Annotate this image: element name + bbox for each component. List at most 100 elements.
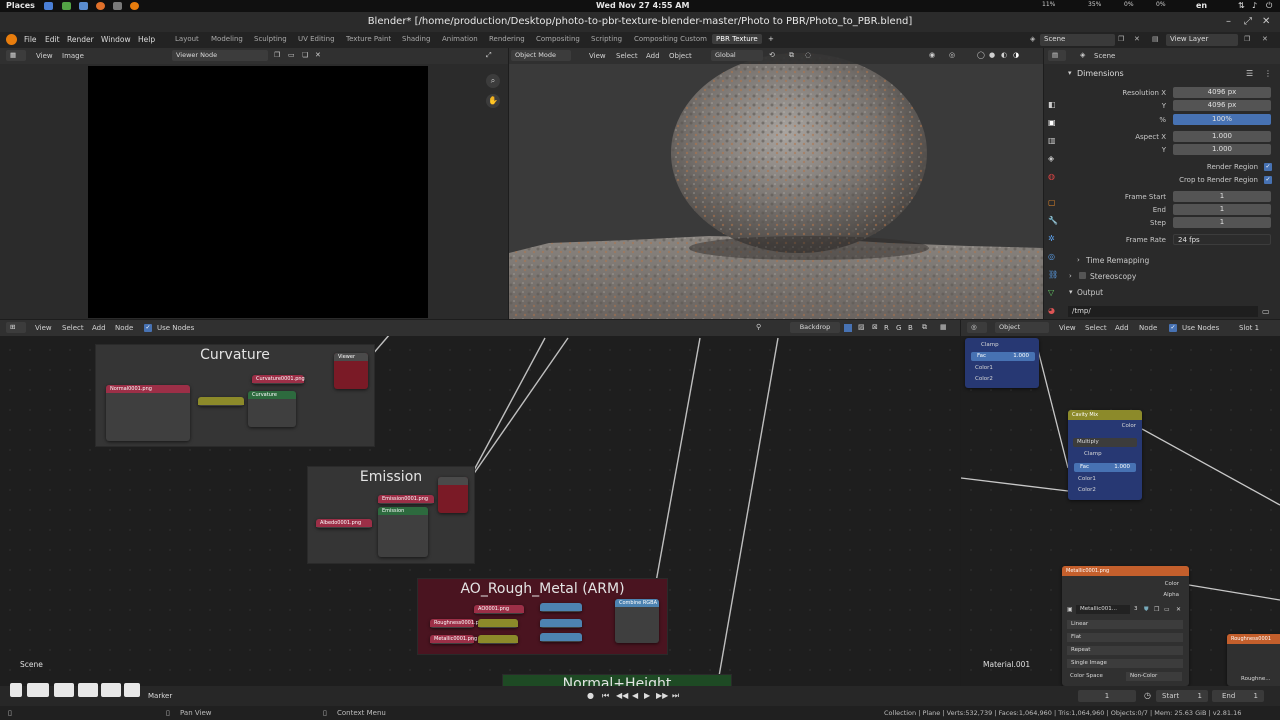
shader-node-editor[interactable]: Clamp Fac 1.000 Color1 Color2 Cavity Mix … xyxy=(961,320,1280,686)
snap-icon[interactable]: ⧉ xyxy=(789,51,794,60)
channel-g[interactable]: G xyxy=(896,324,901,332)
tab-sculpting[interactable]: Sculpting xyxy=(254,35,287,43)
firefox-icon[interactable] xyxy=(96,2,105,10)
fac-slider[interactable]: Fac 1.000 xyxy=(971,352,1035,361)
node-menu-select[interactable]: Select xyxy=(62,324,84,332)
node-gamma[interactable] xyxy=(478,619,518,628)
start-frame-field[interactable]: Start 1 xyxy=(1156,690,1208,702)
data-tab-icon[interactable]: ▽ xyxy=(1048,288,1058,298)
viewer-canvas[interactable] xyxy=(88,66,428,318)
blender-logo-icon[interactable] xyxy=(6,34,17,45)
next-key-icon[interactable]: ▶▶ xyxy=(656,691,668,700)
view-layer-tab-icon[interactable]: ▥ xyxy=(1048,136,1058,146)
shader-menu-view[interactable]: View xyxy=(1059,324,1076,332)
node-roughness-image[interactable]: Roughness0001.png xyxy=(430,619,485,628)
node-separate-1[interactable] xyxy=(540,603,582,612)
frame-end-field[interactable]: 1 xyxy=(1173,204,1271,215)
unlink-image-icon[interactable]: ✕ xyxy=(1176,606,1181,613)
scene-selector[interactable]: Scene xyxy=(1040,34,1115,46)
blender-icon[interactable] xyxy=(130,2,139,10)
properties-type-icon[interactable]: ▤ xyxy=(1048,50,1066,61)
rendered-shading-icon[interactable]: ◑ xyxy=(1013,51,1019,59)
use-nodes-checkbox[interactable]: ✓ xyxy=(144,324,152,332)
menu-file[interactable]: File xyxy=(24,35,37,44)
sample-icon[interactable]: ⤢ xyxy=(486,51,492,60)
pin-image-icon[interactable]: ❏ xyxy=(302,51,308,59)
node-separate-2[interactable] xyxy=(540,619,582,628)
marker-menu[interactable]: Marker xyxy=(148,692,172,700)
unlink-image-icon[interactable]: ✕ xyxy=(315,51,321,59)
image-browse-icon[interactable]: ▣ xyxy=(1067,606,1073,613)
image-browse-field[interactable]: Viewer Node xyxy=(172,50,268,61)
particles-tab-icon[interactable]: ✲ xyxy=(1048,234,1058,244)
node-mix[interactable] xyxy=(198,397,244,406)
node-albedo-image[interactable]: Albedo0001.png xyxy=(316,519,372,528)
node-metallic-image[interactable]: Metallic0001.png xyxy=(430,635,477,644)
output-path-field[interactable]: /tmp/ xyxy=(1068,306,1258,317)
constraints-tab-icon[interactable]: ⛓ xyxy=(1048,270,1058,280)
tab-scripting[interactable]: Scripting xyxy=(591,35,622,43)
extension-select[interactable]: Repeat xyxy=(1067,646,1183,655)
mode-selector[interactable]: Object Mode xyxy=(511,50,571,61)
new-image-icon[interactable]: ❐ xyxy=(274,51,280,59)
menu-edit[interactable]: Edit xyxy=(45,35,60,44)
settings-icon[interactable] xyxy=(113,2,122,10)
colorspace-select[interactable]: Non-Color xyxy=(1126,672,1182,681)
overlay-icon[interactable]: ◎ xyxy=(949,51,955,59)
compositor-node-editor[interactable]: Curvature Normal0001.png Curvature0001.p… xyxy=(0,320,960,686)
tab-uv-editing[interactable]: UV Editing xyxy=(298,35,335,43)
places-menu[interactable]: Places xyxy=(6,1,35,10)
menu-render[interactable]: Render xyxy=(67,35,94,44)
reverse-play-icon[interactable]: ◀ xyxy=(632,691,638,700)
node-cavity-mix[interactable]: Cavity Mix Color Multiply Clamp Fac 1.000… xyxy=(1068,410,1142,500)
backdrop-toggle[interactable]: Backdrop xyxy=(790,322,840,333)
node-emission-image[interactable]: Emission0001.png xyxy=(378,495,434,504)
shader-type-selector[interactable]: Object xyxy=(995,322,1049,333)
stereoscopy-panel[interactable]: Stereoscopy xyxy=(1090,272,1136,281)
drag-handle-icon[interactable]: ⋮ xyxy=(1264,69,1272,78)
new-image-icon[interactable]: ❐ xyxy=(1154,606,1159,613)
close-icon[interactable]: ✕ xyxy=(1262,16,1270,27)
node-roughness-texture[interactable]: Roughness0001 Roughne... xyxy=(1227,634,1280,686)
open-image-icon[interactable]: ▭ xyxy=(288,51,295,59)
delete-layer-icon[interactable]: ✕ xyxy=(1262,35,1268,43)
record-icon[interactable]: ● xyxy=(587,691,594,700)
output-tab-icon[interactable]: ▣ xyxy=(1048,118,1058,128)
pin-icon[interactable]: ⚲ xyxy=(756,323,761,331)
blend-mode-select[interactable]: Multiply xyxy=(1073,438,1137,447)
editor-type-icon[interactable]: ▦ xyxy=(6,50,26,61)
source-select[interactable]: Single Image xyxy=(1067,659,1183,668)
tab-compositing[interactable]: Compositing xyxy=(536,35,580,43)
tab-texture-paint[interactable]: Texture Paint xyxy=(346,35,391,43)
end-frame-field[interactable]: End 1 xyxy=(1212,690,1264,702)
node-emission-group[interactable]: Emission xyxy=(378,507,428,557)
tab-layout[interactable]: Layout xyxy=(175,35,199,43)
delete-scene-icon[interactable]: ✕ xyxy=(1134,35,1140,43)
modifier-tab-icon[interactable]: 🔧 xyxy=(1048,216,1058,226)
solid-shading-icon[interactable]: ● xyxy=(989,51,995,59)
viewport-menu-select[interactable]: Select xyxy=(616,52,638,60)
presets-icon[interactable]: ☰ xyxy=(1246,69,1253,78)
node-curvature-group[interactable]: Curvature xyxy=(248,391,296,427)
dimensions-panel-title[interactable]: Dimensions xyxy=(1077,69,1124,78)
resolution-y-field[interactable]: 4096 px xyxy=(1173,100,1271,111)
tab-pbr-texture[interactable]: PBR Texture xyxy=(712,34,762,44)
node-metallic-texture[interactable]: Metallic0001.png Color Alpha ▣ Metallic0… xyxy=(1062,566,1189,686)
network-icon[interactable]: ⇅ xyxy=(1238,1,1245,10)
snap-node-icon[interactable]: ⧉ xyxy=(922,323,927,332)
viewport-menu-object[interactable]: Object xyxy=(669,52,692,60)
tab-animation[interactable]: Animation xyxy=(442,35,478,43)
node-curvature-image[interactable]: Curvature0001.png xyxy=(252,375,305,384)
maximize-icon[interactable]: ⤢ xyxy=(1244,16,1252,27)
tab-rendering[interactable]: Rendering xyxy=(489,35,525,43)
terminal-icon[interactable] xyxy=(62,2,71,10)
node-snap-target-icon[interactable]: ▦ xyxy=(940,323,947,331)
output-chevron-icon[interactable]: ▾ xyxy=(1069,288,1073,296)
window-icon[interactable] xyxy=(79,2,88,10)
node-gamma-2[interactable] xyxy=(478,635,518,644)
tab-compositing-custom[interactable]: Compositing Custom xyxy=(634,35,707,43)
time-remap-chevron-icon[interactable]: › xyxy=(1077,256,1080,264)
physics-tab-icon[interactable]: ◎ xyxy=(1048,252,1058,262)
copy-scene-icon[interactable]: ❐ xyxy=(1118,35,1124,43)
backdrop-alpha-icon[interactable]: ▨ xyxy=(858,323,865,331)
